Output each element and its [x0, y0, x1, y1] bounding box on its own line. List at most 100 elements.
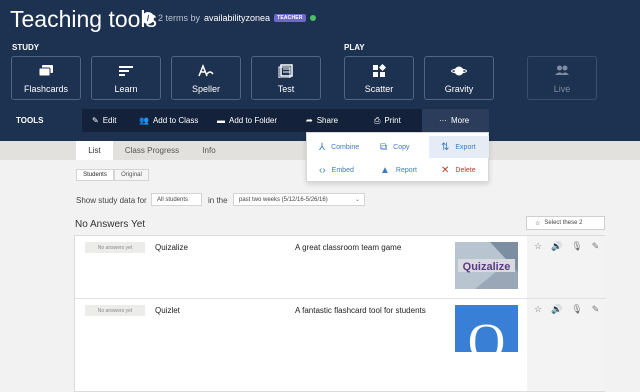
add-to-class-button[interactable]: 👥 Add to Class [139, 109, 198, 132]
students-toggle[interactable]: Students [76, 169, 114, 181]
play-label: PLAY [344, 43, 365, 52]
folder-icon: ▬ [217, 116, 225, 125]
speller-button[interactable]: Speller [171, 56, 241, 100]
students-select-value: All students [157, 196, 189, 203]
printer-icon: ⎙ [374, 115, 381, 125]
user-avatar-icon: / [142, 12, 154, 24]
flashcards-icon [38, 63, 54, 79]
speller-icon [198, 63, 214, 79]
more-dropdown-menu: ⅄ Combine ⧉ Copy ⇅ Export ‹› Embed ▲ Rep… [306, 132, 489, 182]
print-button[interactable]: ⎙ Print [374, 109, 401, 132]
quizalize-logo-text: Quizalize [463, 261, 511, 273]
people-icon: 👥 [139, 116, 149, 125]
delete-menu-item[interactable]: ✕ Delete [429, 159, 489, 181]
tab-class-progress[interactable]: Class Progress [116, 141, 188, 160]
report-menu-item[interactable]: ▲ Report [368, 159, 428, 181]
scatter-icon [371, 63, 387, 79]
term-text: Quizalize [155, 243, 188, 252]
add-to-folder-button[interactable]: ▬ Add to Folder [217, 109, 277, 132]
microphone-icon[interactable]: 🎙 [571, 304, 582, 315]
report-label: Report [395, 166, 417, 174]
answer-status: No answers yet [85, 305, 145, 316]
study-label: STUDY [12, 43, 40, 52]
set-meta: / 2 terms by availabilityzonea TEACHER [142, 12, 316, 24]
audio-icon[interactable]: 🔊 [551, 304, 562, 315]
share-button[interactable]: ➦ Share [306, 109, 338, 132]
combine-menu-item[interactable]: ⅄ Combine [307, 136, 367, 158]
show-data-label: Show study data for [76, 196, 147, 205]
copy-menu-item[interactable]: ⧉ Copy [368, 136, 428, 158]
students-select[interactable]: All students [151, 193, 202, 206]
list-content: Students Original Show study data for Al… [0, 160, 640, 392]
select-these-label: Select these 2 [544, 220, 583, 226]
gravity-button[interactable]: Gravity [424, 56, 494, 100]
row-actions: ☆ 🔊 🎙 ✎ [534, 241, 599, 252]
definition-text: A fantastic flashcard tool for students [295, 306, 426, 315]
learn-icon [118, 63, 134, 79]
row-actions: ☆ 🔊 🎙 ✎ [534, 304, 599, 315]
ellipsis-icon: ··· [439, 116, 447, 125]
more-button[interactable]: ··· More [439, 109, 469, 132]
test-label: Test [277, 84, 295, 94]
gravity-label: Gravity [444, 84, 474, 94]
edit-pencil-icon[interactable]: ✎ [592, 304, 600, 315]
star-icon[interactable]: ☆ [534, 304, 542, 315]
chevron-down-icon: ⌄ [354, 197, 360, 203]
add-to-class-label: Add to Class [152, 116, 199, 125]
quizlet-logo-text: Q [468, 314, 506, 352]
answer-status: No answers yet [85, 242, 145, 253]
gravity-planet-icon [451, 63, 467, 79]
teacher-badge: TEACHER [274, 14, 306, 22]
live-button[interactable]: Live [527, 56, 597, 100]
star-icon[interactable]: ☆ [534, 241, 542, 252]
share-arrow-icon: ➦ [306, 116, 313, 125]
table-row: No answers yet Quizlet A fantastic flash… [75, 299, 606, 362]
term-text: Quizlet [155, 306, 180, 315]
print-label: Print [384, 116, 401, 125]
edit-pencil-icon[interactable]: ✎ [592, 241, 600, 252]
original-toggle[interactable]: Original [114, 169, 149, 181]
scatter-label: Scatter [364, 84, 394, 94]
tab-list[interactable]: List [76, 141, 113, 160]
online-indicator [309, 15, 316, 21]
section-heading: No Answers Yet [75, 219, 146, 230]
term-image: Q [455, 305, 518, 352]
author-link[interactable]: availabilityzonea [204, 13, 270, 23]
share-label: Share [316, 116, 339, 125]
microphone-icon[interactable]: 🎙 [571, 241, 582, 252]
export-menu-item[interactable]: ⇅ Export [429, 136, 489, 158]
embed-label: Embed [331, 166, 354, 174]
combine-icon: ⅄ [319, 141, 326, 153]
embed-menu-item[interactable]: ‹› Embed [307, 159, 367, 181]
scatter-button[interactable]: Scatter [344, 56, 414, 100]
definition-text: A great classroom team game [295, 243, 402, 252]
edit-label: Edit [102, 116, 117, 125]
pencil-icon: ✎ [92, 116, 99, 125]
term-image: Quizalize [455, 242, 518, 289]
tools-label: TOOLS [16, 116, 44, 125]
learn-label: Learn [114, 84, 138, 94]
more-label: More [451, 116, 470, 125]
learn-button[interactable]: Learn [91, 56, 161, 100]
select-these-button[interactable]: ☆ Select these 2 [526, 216, 605, 230]
test-icon [278, 63, 294, 79]
delete-label: Delete [455, 166, 476, 174]
test-button[interactable]: Test [251, 56, 321, 100]
live-people-icon [554, 63, 570, 79]
page-title: Teaching tools [10, 6, 158, 32]
tools-toolbar: ✎ Edit 👥 Add to Class ▬ Add to Folder ➦ … [82, 109, 489, 132]
warning-icon: ▲ [380, 164, 390, 176]
copy-icon: ⧉ [380, 141, 388, 153]
add-to-folder-label: Add to Folder [229, 116, 278, 125]
star-outline-icon: ☆ [535, 220, 541, 227]
terms-count: 2 terms by [158, 13, 201, 23]
period-select[interactable]: past two weeks (5/12/16-5/26/16) ⌄ [233, 193, 365, 206]
edit-button[interactable]: ✎ Edit [92, 109, 117, 132]
tab-info[interactable]: Info [190, 141, 228, 160]
flashcards-button[interactable]: Flashcards [11, 56, 81, 100]
header: Teaching tools / 2 terms by availability… [0, 0, 640, 141]
terms-table: No answers yet Quizalize A great classro… [74, 235, 606, 392]
audio-icon[interactable]: 🔊 [551, 241, 562, 252]
in-the-label: in the [208, 196, 228, 205]
flashcards-label: Flashcards [23, 84, 68, 94]
